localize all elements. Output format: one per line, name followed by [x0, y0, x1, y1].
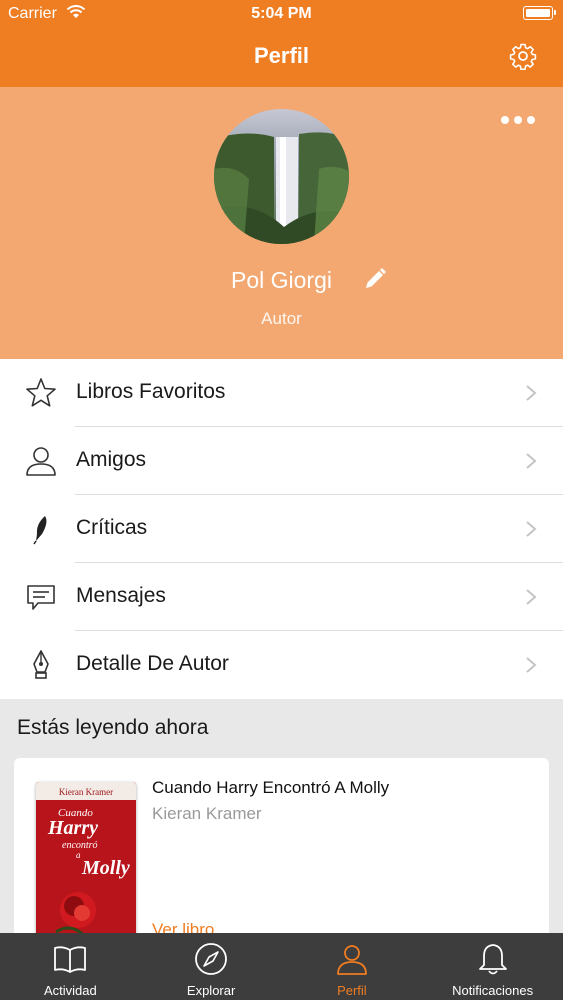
book-title: Cuando Harry Encontró A Molly [152, 778, 390, 797]
tab-label: Perfil [337, 983, 367, 998]
user-icon [26, 447, 56, 476]
chevron-right-icon [526, 657, 537, 673]
menu-item-criticas[interactable]: Críticas [0, 495, 563, 563]
avatar[interactable] [214, 109, 349, 244]
menu-item-detalle-de-autor[interactable]: Detalle De Autor [0, 631, 563, 699]
status-bar: Carrier 5:04 PM [0, 0, 563, 28]
tab-label: Explorar [186, 983, 236, 998]
pen-nib-icon [33, 650, 49, 679]
section-title: Estás leyendo ahora [17, 716, 209, 739]
tab-notificaciones[interactable]: Notificaciones [422, 933, 563, 1000]
chevron-right-icon [526, 453, 537, 469]
cover-line: a [76, 850, 81, 860]
cover-line: Harry [47, 817, 98, 839]
book-author: Kieran Kramer [152, 804, 262, 823]
profile-header: Pol Giorgi Autor [0, 87, 563, 359]
message-icon [27, 585, 55, 610]
pencil-icon[interactable] [363, 267, 387, 291]
tab-perfil[interactable]: Perfil [282, 933, 423, 1000]
chevron-right-icon [526, 589, 537, 605]
page-title: Perfil [253, 43, 310, 68]
current-book-card[interactable]: Kieran Kramer Cuando Harry encontró a Mo… [14, 758, 549, 958]
star-icon [26, 378, 56, 407]
menu-item-mensajes[interactable]: Mensajes [0, 563, 563, 631]
top-bar: Carrier 5:04 PM Perfil [0, 0, 563, 87]
menu-item-label: Críticas [76, 516, 148, 539]
bell-icon [478, 944, 507, 975]
menu-item-label: Amigos [76, 448, 147, 471]
menu-item-label: Detalle De Autor [76, 652, 229, 675]
tab-bar: Actividad Explorar Perfil Notificaciones [0, 933, 563, 1000]
menu-item-amigos[interactable]: Amigos [0, 427, 563, 495]
profile-menu: Libros Favoritos Amigos Críticas Mensaje… [0, 359, 563, 699]
cover-author: Kieran Kramer [59, 787, 113, 797]
tab-label: Actividad [44, 983, 97, 998]
profile-name: Pol Giorgi [231, 267, 332, 293]
tab-label: Notificaciones [452, 983, 534, 998]
ellipsis-icon[interactable] [501, 116, 535, 124]
chevron-right-icon [526, 385, 537, 401]
tab-actividad[interactable]: Actividad [0, 933, 141, 1000]
feather-icon [33, 516, 47, 545]
cover-line: Molly [81, 857, 130, 879]
clock: 5:04 PM [251, 5, 312, 22]
menu-item-label: Libros Favoritos [76, 380, 226, 403]
book-icon [54, 946, 87, 973]
profile-role: Autor [261, 309, 302, 328]
user-icon [336, 945, 367, 975]
battery-icon [523, 6, 556, 20]
compass-icon [195, 943, 228, 975]
tab-explorar[interactable]: Explorar [141, 933, 282, 1000]
book-cover[interactable]: Kieran Kramer Cuando Harry encontró a Mo… [36, 782, 136, 942]
menu-item-label: Mensajes [76, 584, 166, 607]
gear-icon[interactable] [509, 42, 537, 70]
menu-item-libros-favoritos[interactable]: Libros Favoritos [0, 359, 563, 427]
chevron-right-icon [526, 521, 537, 537]
